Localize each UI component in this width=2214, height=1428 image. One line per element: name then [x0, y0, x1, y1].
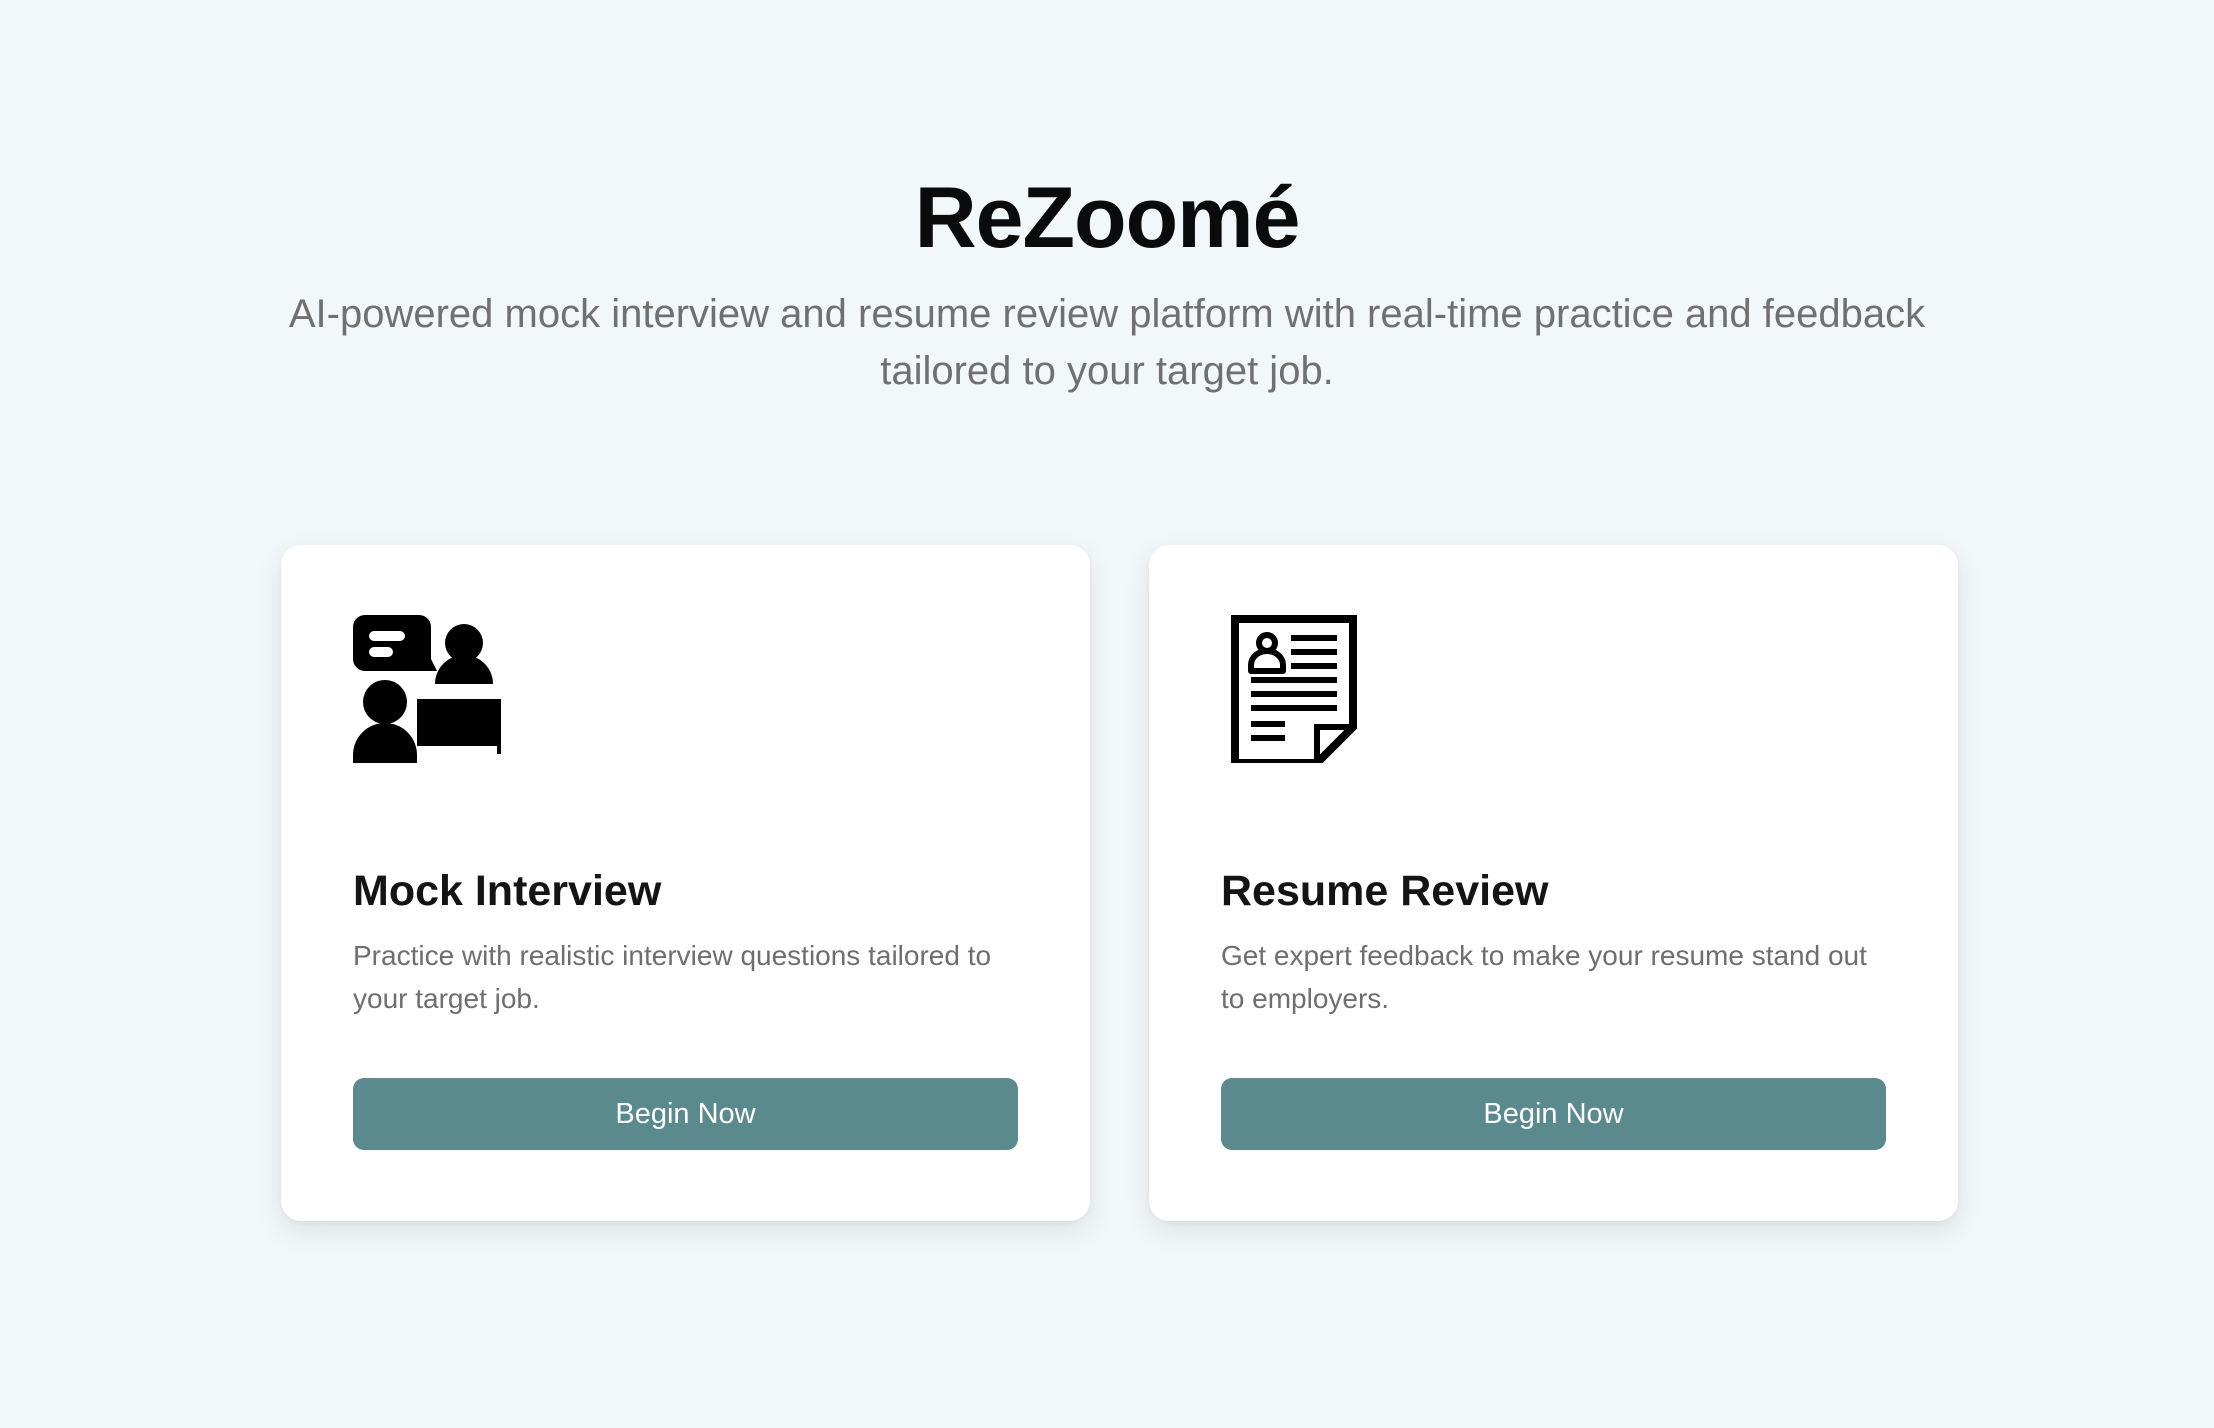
- resume-review-begin-button[interactable]: Begin Now: [1221, 1078, 1886, 1150]
- app-subtitle: AI-powered mock interview and resume rev…: [288, 292, 1926, 393]
- app-title: ReZoomé: [914, 170, 1301, 266]
- mock-interview-card: Mock Interview Practice with realistic i…: [281, 545, 1090, 1221]
- interview-icon: [353, 615, 501, 763]
- resume-document-icon: [1221, 615, 1369, 763]
- mock-interview-description: Practice with realistic interview questi…: [353, 940, 992, 1014]
- resume-review-card: Resume Review Get expert feedback to mak…: [1149, 545, 1958, 1221]
- mock-interview-begin-button[interactable]: Begin Now: [353, 1078, 1018, 1150]
- mock-interview-title: Mock Interview: [353, 867, 662, 915]
- resume-review-title: Resume Review: [1221, 867, 1549, 915]
- resume-review-description: Get expert feedback to make your resume …: [1221, 940, 1867, 1014]
